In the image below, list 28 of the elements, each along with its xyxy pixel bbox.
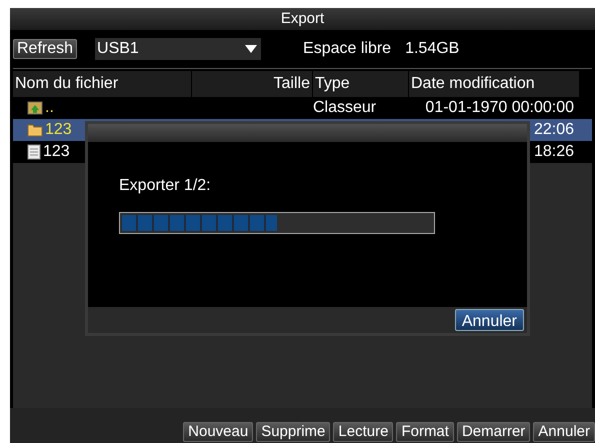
action-button[interactable]: Nouveau: [183, 422, 254, 442]
window-title: Export: [280, 8, 324, 29]
file-date: 18:26: [534, 142, 574, 162]
file-date: 01-01-1970 00:00:00: [425, 98, 574, 118]
device-dropdown[interactable]: USB1: [95, 38, 262, 60]
column-header: Type: [313, 71, 408, 97]
column-header: Date modification: [409, 71, 579, 97]
action-button[interactable]: Annuler: [533, 422, 595, 442]
column-header: Nom du fichier: [13, 71, 191, 97]
action-button[interactable]: Format: [396, 422, 454, 442]
column-header: Taille: [192, 71, 312, 97]
dropdown-caret-icon: [245, 45, 258, 53]
document-icon: [27, 144, 41, 160]
free-space-value: 1.54GB: [405, 39, 460, 59]
folder-icon: [27, 123, 43, 137]
action-button[interactable]: Lecture: [333, 422, 394, 442]
file-name: 123: [43, 142, 70, 162]
file-type: Classeur: [313, 99, 376, 116]
file-name: ..: [45, 98, 54, 118]
file-date: 22:06: [534, 120, 574, 140]
free-space-label: Espace libre: [303, 39, 392, 59]
export-progress-label: Exporter 1/2:: [119, 176, 212, 196]
cancel-button[interactable]: Annuler: [454, 309, 524, 331]
refresh-button[interactable]: Refresh: [13, 39, 78, 59]
file-name: 123: [45, 120, 72, 140]
action-button[interactable]: Demarrer: [456, 422, 530, 442]
action-button[interactable]: Supprime: [256, 422, 330, 442]
up-arrow-folder-icon: [27, 100, 43, 116]
